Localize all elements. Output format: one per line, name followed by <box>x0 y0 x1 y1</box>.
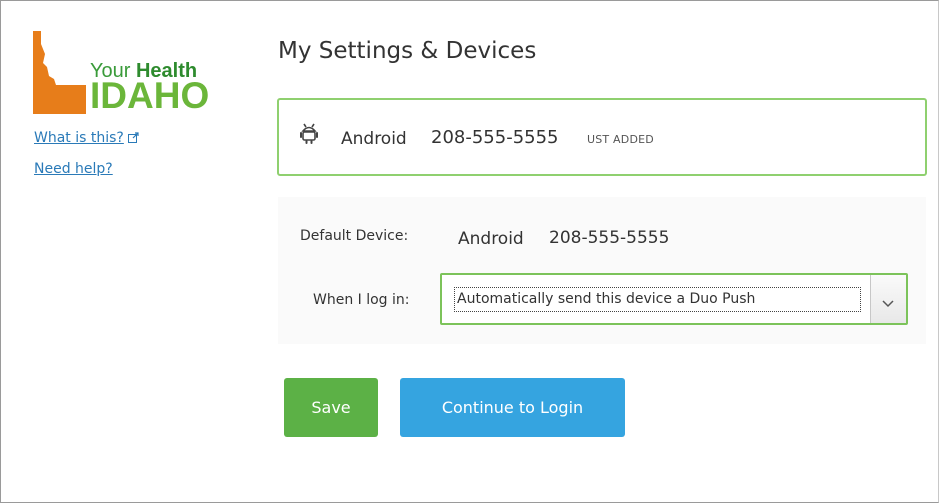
device-number: 208-555-5555 <box>431 127 559 148</box>
default-device-name: Android <box>458 229 524 249</box>
page-title: My Settings & Devices <box>278 38 537 64</box>
default-device-label: Default Device: <box>300 228 409 244</box>
your-health-idaho-logo: Your Health IDAHO <box>30 30 240 116</box>
default-device-number: 208-555-5555 <box>549 228 670 248</box>
what-is-this-link[interactable]: What is this? <box>34 130 139 147</box>
login-action-label: When I log in: <box>313 292 410 308</box>
select-dropdown-button[interactable] <box>870 275 906 323</box>
android-icon <box>300 122 318 148</box>
continue-to-login-button[interactable]: Continue to Login <box>400 378 625 437</box>
login-action-selected-value: Automatically send this device a Duo Pus… <box>454 287 861 312</box>
device-settings-panel: Default Device: Android 208-555-5555 Whe… <box>278 197 926 344</box>
device-name: Android <box>341 129 407 149</box>
logo-idaho: IDAHO <box>90 75 210 116</box>
what-is-this-label: What is this? <box>34 130 124 146</box>
external-link-icon <box>127 131 139 147</box>
save-button[interactable]: Save <box>284 378 378 437</box>
chevron-down-icon <box>882 293 894 312</box>
device-status-badge: UST ADDED <box>587 133 654 146</box>
device-list-item[interactable]: Android 208-555-5555 UST ADDED <box>277 98 927 176</box>
sidebar: Your Health IDAHO What is this? Need hel… <box>0 0 262 503</box>
login-action-select[interactable]: Automatically send this device a Duo Pus… <box>440 273 908 325</box>
need-help-link[interactable]: Need help? <box>34 161 113 177</box>
